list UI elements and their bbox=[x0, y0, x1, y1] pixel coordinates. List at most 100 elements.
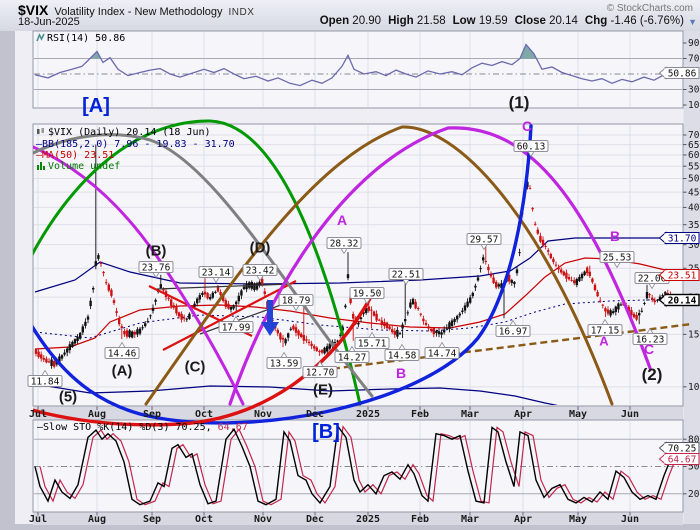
candlestick-icon bbox=[36, 127, 46, 139]
wave-label: (E) bbox=[313, 381, 333, 398]
svg-text:11.84: 11.84 bbox=[31, 376, 60, 387]
axis-value-box: 70.25 bbox=[658, 441, 700, 455]
month-label: Sep bbox=[143, 514, 161, 525]
main-legend: $VIX (Daily) 20.14 (18 Jun) —BB(185,2.0)… bbox=[36, 127, 235, 173]
wave-label: (1) bbox=[509, 93, 530, 112]
month-label: Jul bbox=[29, 409, 47, 420]
wave-label: (B) bbox=[146, 242, 167, 259]
axis-value-box: 50.86 bbox=[658, 66, 700, 80]
wave-label: A bbox=[337, 212, 347, 228]
wave-label: A bbox=[599, 334, 609, 349]
axis-value-box: 23.51 bbox=[658, 268, 700, 282]
svg-text:31.70: 31.70 bbox=[668, 233, 697, 244]
volume-legend-text: Volume undef bbox=[48, 161, 121, 172]
ma-legend-text: MA(50) 23.51 bbox=[42, 150, 115, 161]
svg-text:14.58: 14.58 bbox=[388, 350, 417, 361]
svg-text:23.14: 23.14 bbox=[202, 267, 231, 278]
month-label: May bbox=[569, 409, 587, 420]
svg-text:23.42: 23.42 bbox=[246, 265, 275, 276]
svg-text:23.51: 23.51 bbox=[668, 270, 697, 281]
month-label: Nov bbox=[254, 409, 272, 420]
wave-label: (2) bbox=[642, 365, 663, 384]
month-label: Mar bbox=[461, 409, 479, 420]
svg-text:13.59: 13.59 bbox=[270, 358, 299, 369]
svg-text:60.13: 60.13 bbox=[517, 141, 546, 152]
svg-text:25.53: 25.53 bbox=[603, 252, 632, 263]
sto-legend: —Slow STO %K(14) %D(3) 70.25, 64.67 bbox=[37, 422, 248, 433]
svg-text:19.50: 19.50 bbox=[353, 288, 382, 299]
axis-tick-label: 40 bbox=[688, 203, 700, 214]
svg-text:28.32: 28.32 bbox=[330, 238, 359, 249]
month-label: Mar bbox=[461, 514, 479, 525]
sto-d-value: 64.67 bbox=[217, 422, 248, 433]
rsi-legend: RSI(14) 50.86 bbox=[36, 33, 125, 45]
axis-tick-label: 70 bbox=[688, 54, 700, 65]
axis-tick-label: 45 bbox=[688, 187, 699, 198]
axis-tick-label: 10 bbox=[688, 100, 700, 111]
month-label: Aug bbox=[88, 409, 106, 420]
wave-label: B bbox=[610, 228, 620, 244]
month-label: 2025 bbox=[356, 514, 380, 525]
rsi-legend-text: RSI(14) 50.86 bbox=[47, 33, 126, 44]
svg-text:15.71: 15.71 bbox=[358, 338, 387, 349]
svg-text:17.99: 17.99 bbox=[222, 322, 251, 333]
rsi-indicator-icon bbox=[36, 33, 45, 45]
volume-icon bbox=[36, 161, 46, 173]
month-label: Dec bbox=[306, 409, 324, 420]
axis-tick-label: 20 bbox=[688, 489, 700, 500]
svg-text:12.70: 12.70 bbox=[306, 367, 335, 378]
axis-tick-label: 90 bbox=[688, 38, 700, 49]
wave-label: B bbox=[396, 365, 406, 381]
month-label: Jun bbox=[621, 409, 639, 420]
sto-legend-text: Slow STO %K(14) %D(3) 70.25, bbox=[43, 422, 212, 433]
month-label: Sep bbox=[143, 409, 161, 420]
svg-text:14.74: 14.74 bbox=[428, 348, 457, 359]
svg-text:22.51: 22.51 bbox=[392, 269, 421, 280]
wave-label: (C) bbox=[185, 358, 206, 375]
chart-canvas: JulJulAugAugSepSepOctOctNovNovDecDec2025… bbox=[0, 30, 700, 530]
wave-label: C bbox=[522, 118, 532, 134]
month-label: Oct bbox=[195, 514, 213, 525]
wave-label: [B] bbox=[312, 421, 340, 443]
wave-label: [A] bbox=[82, 95, 110, 117]
svg-text:64.67: 64.67 bbox=[668, 454, 697, 465]
svg-text:70.25: 70.25 bbox=[668, 443, 697, 454]
wave-label: C bbox=[644, 341, 654, 357]
axis-value-box: 20.14 bbox=[658, 292, 700, 308]
month-label: Jul bbox=[29, 514, 47, 525]
axis-tick-label: 50 bbox=[688, 174, 700, 185]
wave-label: (A) bbox=[112, 362, 133, 379]
svg-text:16.97: 16.97 bbox=[499, 326, 528, 337]
svg-text:50.86: 50.86 bbox=[668, 68, 697, 79]
axis-tick-label: 30 bbox=[688, 85, 700, 96]
month-label: Aug bbox=[88, 514, 106, 525]
month-label: Oct bbox=[195, 409, 213, 420]
month-label: Nov bbox=[254, 514, 272, 525]
axis-tick-label: 60 bbox=[688, 150, 700, 161]
svg-text:18.79: 18.79 bbox=[282, 295, 311, 306]
month-label: Feb bbox=[411, 409, 429, 420]
axis-tick-label: 15 bbox=[688, 330, 699, 341]
axis-tick-label: 55 bbox=[688, 161, 699, 172]
month-label: Dec bbox=[306, 514, 324, 525]
svg-text:20.14: 20.14 bbox=[668, 295, 697, 306]
month-label: Apr bbox=[514, 409, 532, 420]
month-label: Apr bbox=[514, 514, 532, 525]
svg-text:14.27: 14.27 bbox=[338, 352, 367, 363]
wave-label: (D) bbox=[250, 239, 271, 256]
svg-text:29.57: 29.57 bbox=[470, 234, 499, 245]
axis-tick-label: 65 bbox=[688, 140, 699, 151]
svg-text:23.76: 23.76 bbox=[142, 262, 171, 273]
bb-legend-text: BB(185,2.0) 7.96 - 19.83 - 31.70 bbox=[42, 139, 235, 150]
axis-tick-label: 70 bbox=[688, 130, 700, 141]
svg-text:14.46: 14.46 bbox=[108, 348, 137, 359]
axis-value-box: 64.67 bbox=[658, 452, 700, 466]
month-label: 2025 bbox=[356, 409, 380, 420]
chart-window: $VIX Volatility Index - New Methodology IN… bbox=[0, 0, 700, 530]
month-label: May bbox=[569, 514, 587, 525]
month-label: Feb bbox=[411, 514, 429, 525]
axis-tick-label: 35 bbox=[688, 220, 699, 231]
axis-tick-label: 10 bbox=[688, 382, 700, 393]
wave-label: (5) bbox=[59, 388, 77, 405]
month-label: Jun bbox=[621, 514, 639, 525]
